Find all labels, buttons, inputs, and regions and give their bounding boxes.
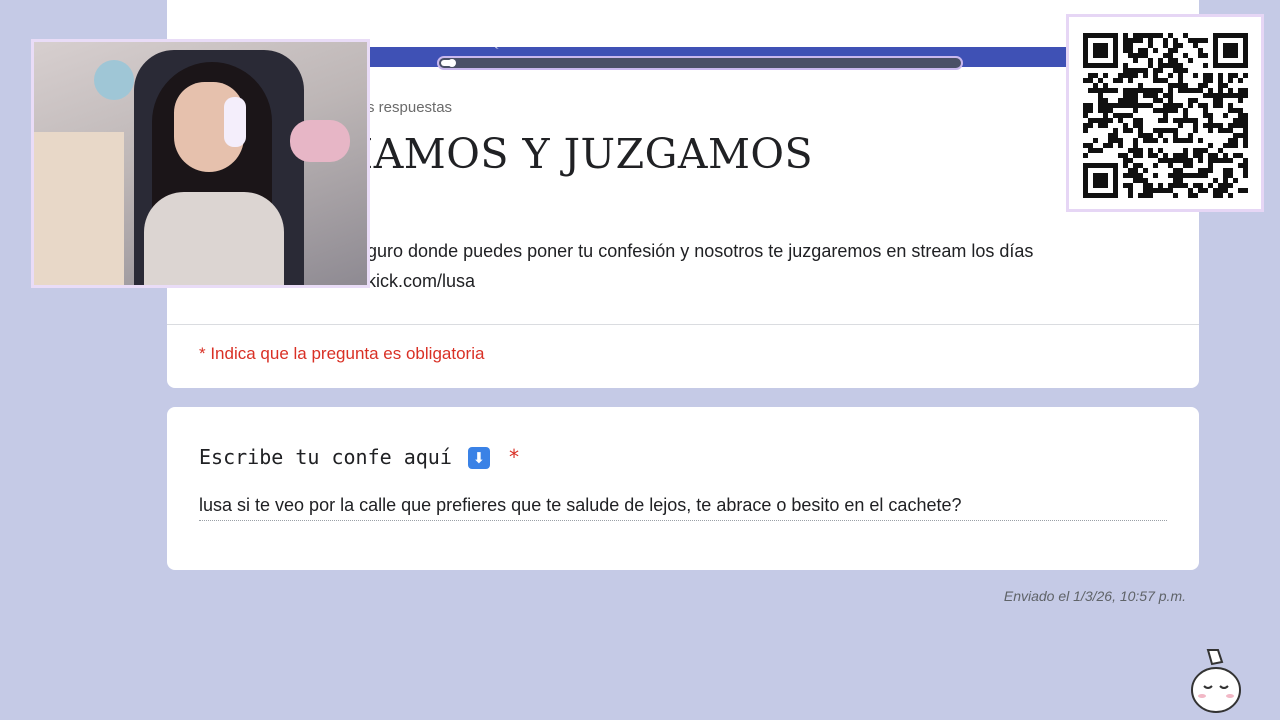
divider [167, 324, 1199, 325]
plushie-pink [290, 120, 350, 162]
required-star: * [507, 445, 521, 469]
down-arrow-emoji-icon: ⬇ [467, 447, 490, 469]
ghost-mascot-icon [1191, 649, 1241, 713]
question-text: Escribe tu confe aquí [199, 445, 452, 469]
song-counter: 1 / 38 [927, 38, 953, 50]
song-progress-knob [448, 59, 457, 67]
song-progress-bar [437, 56, 963, 70]
song-title: PARA NO QUEDARME BAJO UN PUENTE EN CHILE [439, 38, 709, 50]
form-title: IAMOS Y JUZGAMOS [357, 130, 814, 178]
description-line-2: kick.com/lusa [367, 271, 476, 291]
streamer-body [144, 192, 284, 285]
question-card: Escribe tu confe aquí ⬇ * lusa si te veo… [167, 407, 1199, 570]
required-note: * Indica que la pregunta es obligatoria [199, 344, 485, 363]
description-line-1: guro donde puedes poner tu confesión y n… [367, 241, 1034, 261]
webcam-feed [31, 39, 370, 288]
answer-underline [199, 520, 1167, 521]
qr-code-pattern [1083, 33, 1248, 198]
submitted-timestamp: Enviado el 1/3/26, 10:57 p.m. [1003, 588, 1186, 604]
headphones-icon [224, 97, 246, 147]
responses-label: s respuestas [367, 99, 453, 116]
qr-code [1066, 14, 1264, 212]
answer-text: lusa si te veo por la calle que prefiere… [199, 495, 962, 515]
question-label: Escribe tu confe aquí ⬇ * [199, 445, 520, 469]
form-description: guro donde puedes poner tu confesión y n… [367, 236, 1199, 296]
plushie-octopus [94, 60, 134, 100]
music-overlay: PARA NO QUEDARME BAJO UN PUENTE EN CHILE… [437, 38, 967, 76]
webcam-background-shelf [34, 132, 124, 285]
